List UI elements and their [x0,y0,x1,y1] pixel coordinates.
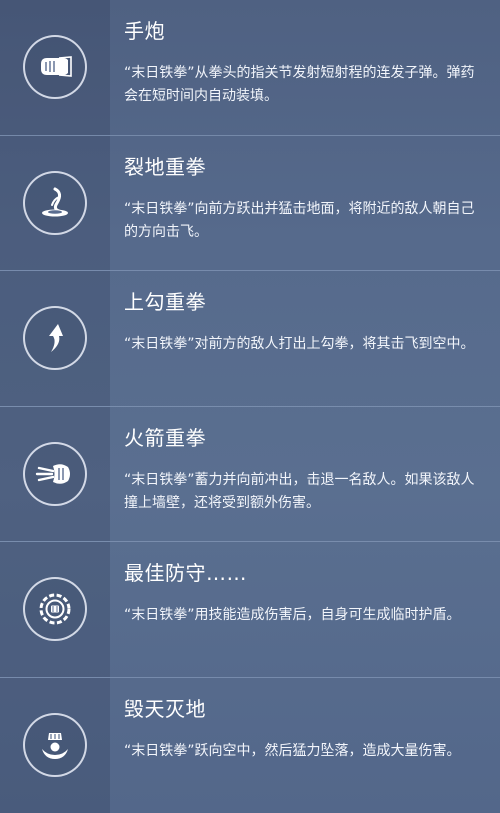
shield-ring-icon[interactable] [23,577,87,642]
ability-description: “末日铁拳”跃向空中，然后猛力坠落，造成大量伤害。 [124,742,461,759]
ability-description: “末日铁拳”用技能造成伤害后，自身可生成临时护盾。 [124,607,461,623]
uppercut-arrow-icon[interactable] [23,306,87,371]
ability-row-rocket-punch: 火箭重拳 “末日铁拳”蓄力并向前冲出，击退一名敌人。如果该敌人撞上墙壁，还将受到… [0,406,500,542]
ability-icon-cell [0,406,110,541]
ability-title: 毁天灭地 [124,696,206,721]
ability-title: 上勾重拳 [124,290,206,314]
ability-list: 手炮 “末日铁拳”从拳头的指关节发射短射程的连发子弹。弹药会在短时间内自动装填。… [0,0,500,813]
fist-punch-icon[interactable] [23,35,87,100]
ground-slam-icon[interactable] [23,170,87,235]
ability-title: 最佳防守…… [124,561,247,585]
ability-row-hand-cannon: 手炮 “末日铁拳”从拳头的指关节发射短射程的连发子弹。弹药会在短时间内自动装填。 [0,0,500,136]
ability-row-rising-uppercut: 上勾重拳 “末日铁拳”对前方的敌人打出上勾拳，将其击飞到空中。 [0,271,500,407]
ability-icon-cell [0,542,110,677]
ability-icon-cell [0,677,110,813]
ability-description: “末日铁拳”向前方跃出并猛击地面，将附近的敌人朝自己的方向击飞。 [124,200,475,240]
ability-title: 裂地重拳 [124,154,206,179]
ability-description: “末日铁拳”蓄力并向前冲出，击退一名敌人。如果该敌人撞上墙壁，还将受到额外伤害。 [124,471,475,511]
ability-icon-cell [0,0,110,135]
ability-row-seismic-slam: 裂地重拳 “末日铁拳”向前方跃出并猛击地面，将附近的敌人朝自己的方向击飞。 [0,135,500,271]
ability-row-meteor-strike: 毁天灭地 “末日铁拳”跃向空中，然后猛力坠落，造成大量伤害。 [0,677,500,813]
ability-description: “末日铁拳”从拳头的指关节发射短射程的连发子弹。弹药会在短时间内自动装填。 [124,65,475,104]
ability-icon-cell [0,271,110,406]
ability-title: 手炮 [124,19,165,43]
meteor-strike-icon[interactable] [23,713,87,778]
ability-row-best-defense: 最佳防守…… “末日铁拳”用技能造成伤害后，自身可生成临时护盾。 [0,542,500,678]
ability-icon-cell [0,135,110,270]
ability-description: “末日铁拳”对前方的敌人打出上勾拳，将其击飞到空中。 [124,336,475,352]
ability-title: 火箭重拳 [124,425,206,450]
rocket-punch-icon[interactable] [23,441,87,506]
